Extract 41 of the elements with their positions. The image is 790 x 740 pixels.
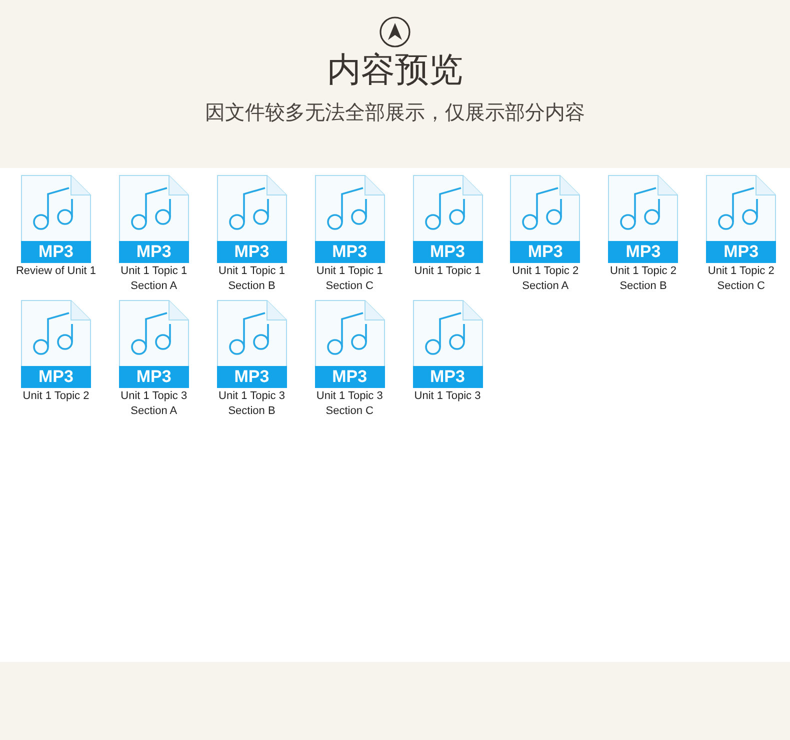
file-type-band: MP3	[412, 241, 482, 263]
file-type-band: MP3	[412, 366, 482, 388]
file-type-band: MP3	[314, 241, 385, 263]
music-file-icon	[21, 175, 91, 241]
music-file-icon	[314, 300, 385, 366]
music-file-icon	[608, 175, 678, 241]
file-type-band: MP3	[118, 241, 189, 263]
file-name: Unit 1 Topic 2 Section A	[511, 264, 580, 294]
music-file-icon	[216, 175, 287, 241]
music-file-icon	[412, 175, 482, 241]
file-name: Unit 1 Topic 3 Section A	[120, 389, 188, 419]
music-file-icon	[706, 175, 776, 241]
file-name: Unit 1 Topic 1 Section C	[315, 264, 384, 294]
music-file-icon	[118, 175, 189, 241]
file-type-band: MP3	[118, 366, 189, 388]
music-file-icon	[118, 300, 189, 366]
file-name: Unit 1 Topic 1 Section A	[120, 264, 188, 294]
file-type-band: MP3	[608, 241, 678, 263]
file-type-band: MP3	[314, 366, 385, 388]
music-file-icon	[314, 175, 385, 241]
file-type-band: MP3	[21, 366, 91, 388]
page-title: 内容预览	[327, 50, 463, 90]
music-file-icon	[216, 300, 287, 366]
music-file-icon	[21, 300, 91, 366]
file-name: Unit 1 Topic 3 Section B	[218, 389, 286, 419]
page-subtitle: 因文件较多无法全部展示，仅展示部分内容	[205, 99, 585, 126]
file-name: Unit 1 Topic 3 Section C	[315, 389, 384, 419]
file-name: Unit 1 Topic 2	[22, 389, 90, 404]
file-type-band: MP3	[21, 241, 91, 263]
file-name: Unit 1 Topic 1 Section B	[218, 264, 286, 294]
file-type-band: MP3	[216, 241, 287, 263]
file-name: Unit 1 Topic 2 Section C	[706, 264, 776, 294]
music-file-icon	[412, 300, 482, 366]
file-name: Unit 1 Topic 1	[413, 264, 482, 279]
file-type-band: MP3	[216, 366, 287, 388]
file-name: Unit 1 Topic 2 Section B	[609, 264, 678, 294]
music-file-icon	[510, 175, 580, 241]
file-type-band: MP3	[510, 241, 580, 263]
file-type-band: MP3	[706, 241, 776, 263]
file-name: Unit 1 Topic 3	[413, 389, 482, 404]
file-name: Review of Unit 1	[15, 264, 97, 279]
